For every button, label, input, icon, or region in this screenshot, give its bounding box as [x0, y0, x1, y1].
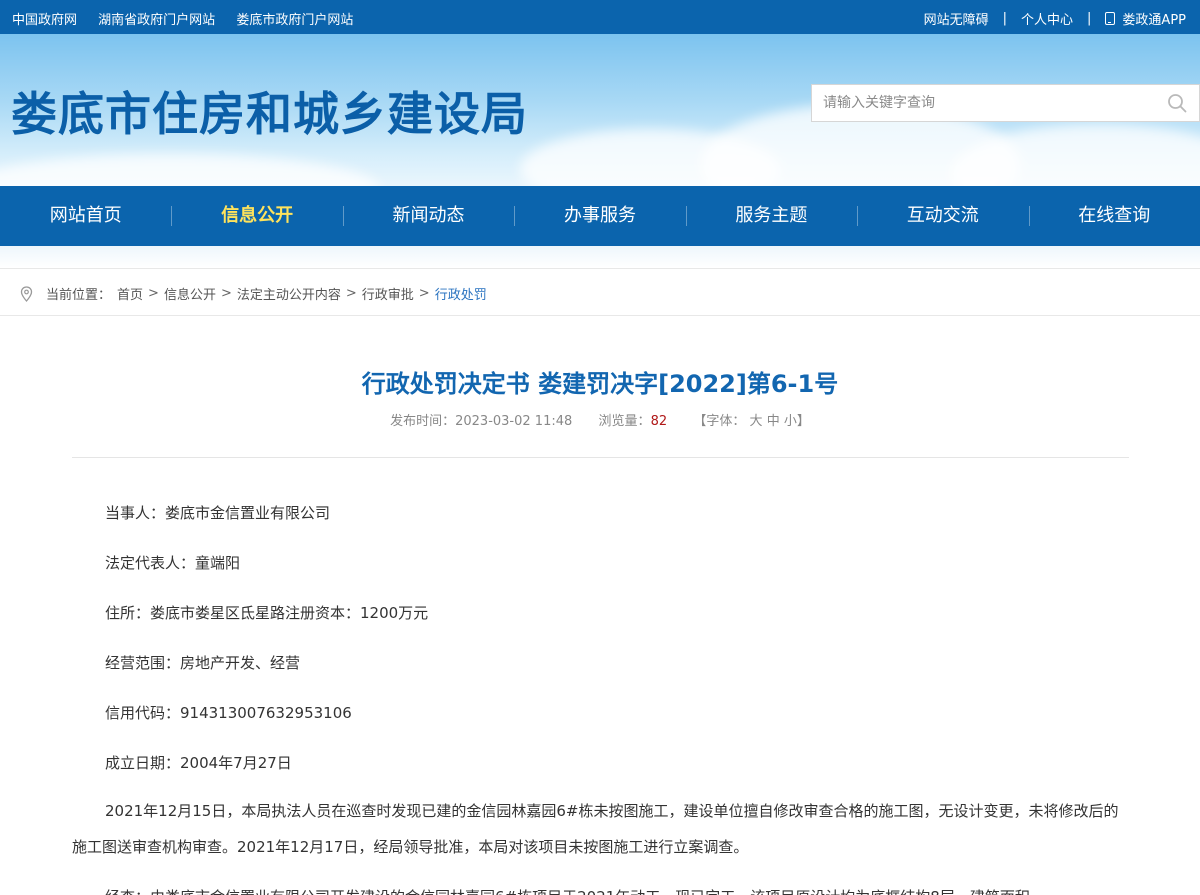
- top-right-links: 网站无障碍 | 个人中心 | 娄政通APP: [924, 9, 1186, 28]
- divider: [72, 457, 1129, 458]
- body-paragraph-cut: 经查：由娄底市金信置业有限公司开发建设的金信园林嘉园6#栋项目于2021年动工，…: [72, 879, 1132, 895]
- party-name: 当事人：娄底市金信置业有限公司: [105, 504, 331, 522]
- search-input[interactable]: [812, 85, 1142, 121]
- business-scope: 经营范围：房地产开发、经营: [105, 654, 301, 672]
- breadcrumb-admin-approval[interactable]: 行政审批: [362, 284, 414, 303]
- views-label: 浏览量：: [598, 414, 651, 429]
- search-box: [811, 84, 1200, 122]
- breadcrumb: 当前位置： 首页 > 信息公开 > 法定主动公开内容 > 行政审批 > 行政处罚: [0, 268, 1200, 316]
- legal-representative: 法定代表人：童端阳: [105, 554, 241, 572]
- nav-services[interactable]: 办事服务: [514, 186, 685, 246]
- article-title: 行政处罚决定书 娄建罚决字[2022]第6-1号: [361, 370, 839, 398]
- personal-center-link[interactable]: 个人中心: [1021, 9, 1073, 28]
- nav-interaction[interactable]: 互动交流: [857, 186, 1028, 246]
- nav-shadow: [0, 246, 1200, 268]
- views-count: 82: [650, 414, 668, 429]
- breadcrumb-statutory[interactable]: 法定主动公开内容: [237, 284, 341, 303]
- link-loudi-gov[interactable]: 娄底市政府门户网站: [236, 13, 353, 28]
- body-paragraph: 2021年12月15日，本局执法人员在巡查时发现已建的金信园林嘉园6#栋未按图施…: [72, 802, 1119, 856]
- header-banner: 娄底市住房和城乡建设局: [0, 34, 1200, 186]
- separator: |: [1002, 11, 1008, 26]
- nav-news[interactable]: 新闻动态: [342, 186, 514, 246]
- main-nav: 网站首页 信息公开 新闻动态 办事服务 服务主题 互动交流 在线查询: [0, 186, 1200, 246]
- nav-home[interactable]: 网站首页: [0, 186, 171, 246]
- app-link[interactable]: 娄政通APP: [1122, 9, 1186, 28]
- credit-code: 信用代码：914313007632953106: [105, 704, 352, 722]
- accessibility-link[interactable]: 网站无障碍: [924, 9, 989, 28]
- top-bar: 中国政府网 湖南省政府门户网站 娄底市政府门户网站 网站无障碍 | 个人中心 |…: [0, 0, 1200, 34]
- external-links: 中国政府网 湖南省政府门户网站 娄底市政府门户网站: [12, 9, 370, 28]
- nav-service-topics[interactable]: 服务主题: [685, 186, 857, 246]
- link-gov-cn[interactable]: 中国政府网: [12, 13, 77, 28]
- publish-time: 2023-03-02 11:48: [455, 414, 573, 429]
- font-size-label: 【字体：: [693, 414, 746, 429]
- nav-online-query[interactable]: 在线查询: [1028, 186, 1200, 246]
- separator: |: [1087, 11, 1092, 26]
- breadcrumb-info[interactable]: 信息公开: [164, 284, 216, 303]
- breadcrumb-home[interactable]: 首页: [117, 284, 143, 303]
- site-title[interactable]: 娄底市住房和城乡建设局: [11, 78, 528, 144]
- font-large-button[interactable]: 大: [750, 414, 763, 429]
- article-meta: 发布时间：2023-03-02 11:48 浏览量：82 【字体： 大 中 小】: [390, 414, 810, 429]
- establish-date: 成立日期：2004年7月27日: [105, 754, 292, 772]
- address: 住所：娄底市娄星区氐星路注册资本：1200万元: [105, 604, 429, 622]
- breadcrumb-current[interactable]: 行政处罚: [435, 284, 487, 303]
- font-small-button[interactable]: 小: [784, 414, 797, 429]
- link-hunan-gov[interactable]: 湖南省政府门户网站: [98, 13, 215, 28]
- search-icon[interactable]: [1167, 93, 1187, 113]
- font-medium-button[interactable]: 中: [767, 414, 780, 429]
- location-pin-icon: [20, 285, 33, 302]
- publish-label: 发布时间：: [390, 414, 456, 429]
- nav-info-disclosure[interactable]: 信息公开: [171, 186, 342, 246]
- breadcrumb-label: 当前位置：: [46, 288, 112, 303]
- phone-icon: [1105, 12, 1116, 25]
